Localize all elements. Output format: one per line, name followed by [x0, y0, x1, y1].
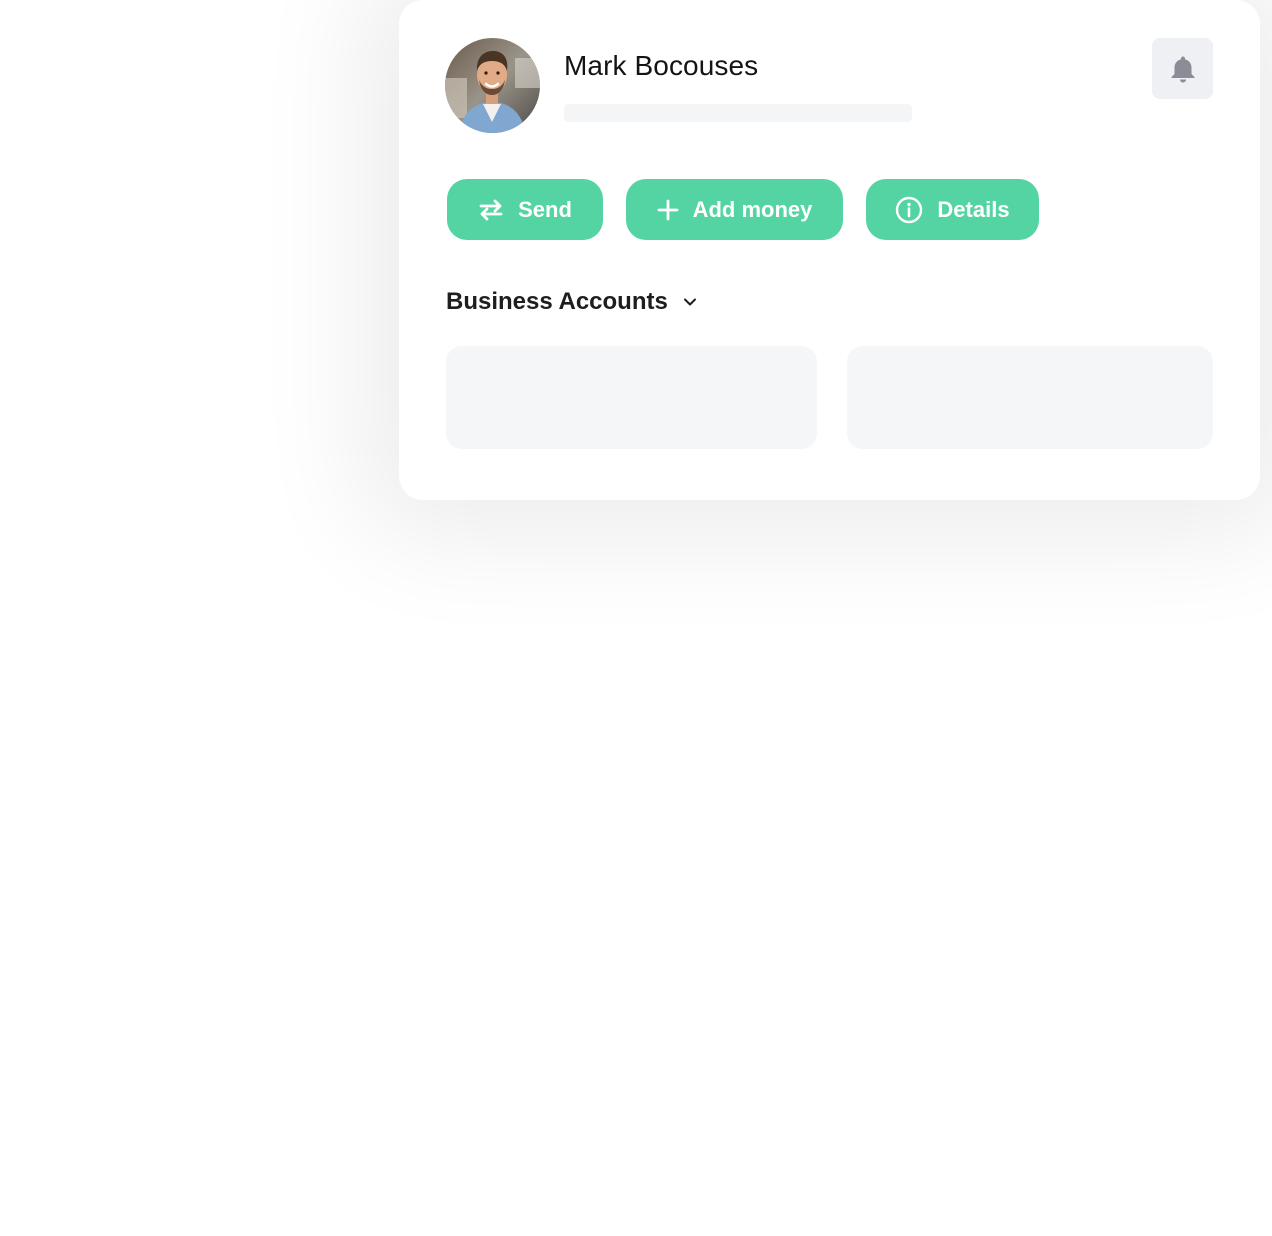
business-account-card-placeholder[interactable]	[847, 346, 1213, 449]
user-photo	[445, 38, 540, 133]
send-button-label: Send	[518, 196, 572, 222]
avatar[interactable]	[445, 38, 540, 133]
plus-icon	[657, 199, 679, 221]
send-button[interactable]: Send	[447, 179, 603, 240]
business-accounts-dropdown[interactable]: Business Accounts	[446, 288, 698, 316]
business-account-card-placeholder[interactable]	[446, 346, 817, 449]
add-money-button[interactable]: Add money	[626, 179, 843, 240]
bell-icon	[1171, 56, 1194, 82]
details-button[interactable]: Details	[866, 179, 1039, 240]
details-button-label: Details	[937, 196, 1010, 222]
user-subtitle-placeholder	[564, 104, 912, 122]
account-overview-card: Mark Bocouses Send Add money Details Bus…	[399, 0, 1260, 500]
chevron-down-icon	[682, 294, 698, 310]
swap-arrows-icon	[478, 197, 504, 223]
notifications-button[interactable]	[1152, 38, 1213, 99]
section-title: Business Accounts	[446, 288, 668, 315]
user-name: Mark Bocouses	[564, 50, 759, 81]
page-background: Mark Bocouses Send Add money Details Bus…	[0, 0, 1272, 1236]
info-circle-icon	[895, 196, 923, 224]
add-money-button-label: Add money	[692, 196, 813, 222]
